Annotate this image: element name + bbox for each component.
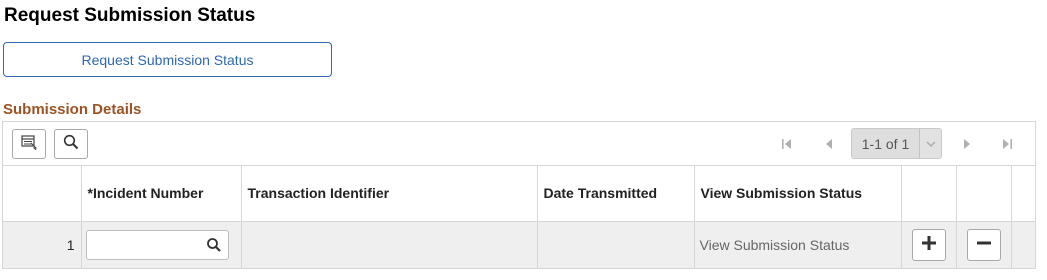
view-submission-status-link[interactable]: View Submission Status xyxy=(695,237,850,253)
transaction-identifier-cell xyxy=(241,221,538,268)
view-submission-status-cell: View Submission Status xyxy=(694,221,902,268)
next-page-icon[interactable] xyxy=(957,134,977,154)
delete-row-cell xyxy=(956,221,1012,268)
column-header-incident-number: *Incident Number xyxy=(81,166,242,222)
section-title: Submission Details xyxy=(3,101,142,118)
date-transmitted-cell xyxy=(537,221,695,268)
first-page-icon[interactable] xyxy=(777,134,797,154)
personalize-grid-button[interactable] xyxy=(12,129,46,159)
plus-icon xyxy=(921,235,937,254)
search-icon xyxy=(63,134,79,155)
add-row-button[interactable] xyxy=(911,228,946,261)
page-selector-value: 1-1 of 1 xyxy=(852,129,919,158)
column-header-transaction-identifier: Transaction Identifier xyxy=(241,166,538,222)
add-row-cell xyxy=(901,221,957,268)
column-header-add xyxy=(901,166,957,222)
personalize-grid-icon xyxy=(21,134,38,155)
page-title: Request Submission Status xyxy=(4,5,256,26)
incident-number-field[interactable] xyxy=(86,230,202,259)
last-page-icon[interactable] xyxy=(997,134,1017,154)
row-spacer-cell xyxy=(1011,221,1036,268)
submission-details-table: *Incident Number Transaction Identifier … xyxy=(3,166,1036,268)
column-header-view-submission-status: View Submission Status xyxy=(694,166,902,222)
row-number: 1 xyxy=(3,221,82,268)
table-row: 1 View Submission Status xyxy=(3,221,1036,268)
chevron-down-icon xyxy=(919,129,941,158)
grid-search-button[interactable] xyxy=(54,129,88,159)
incident-number-field-wrapper xyxy=(85,229,229,260)
previous-page-icon[interactable] xyxy=(819,134,839,154)
table-header-row: *Incident Number Transaction Identifier … xyxy=(3,166,1036,222)
column-header-date-transmitted: Date Transmitted xyxy=(537,166,695,222)
minus-icon xyxy=(976,235,992,254)
page-selector[interactable]: 1-1 of 1 xyxy=(851,128,942,159)
column-header-row-number xyxy=(3,166,82,222)
column-header-spacer xyxy=(1011,166,1036,222)
grid-toolbar: 1-1 of 1 xyxy=(3,122,1035,166)
column-header-delete xyxy=(956,166,1012,222)
delete-row-button[interactable] xyxy=(966,228,1001,261)
submission-details-grid: 1-1 of 1 *Incident Number Transaction Id… xyxy=(2,121,1036,269)
lookup-search-icon[interactable] xyxy=(206,237,222,253)
incident-number-cell xyxy=(81,221,242,268)
request-submission-status-button[interactable]: Request Submission Status xyxy=(3,42,332,77)
